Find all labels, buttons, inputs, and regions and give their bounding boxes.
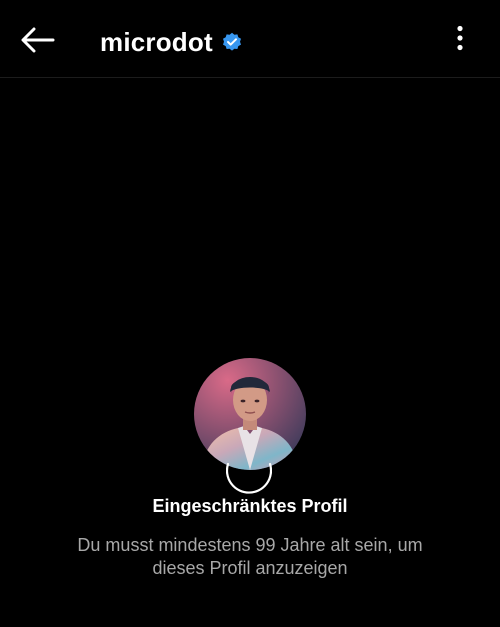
more-options-button[interactable] <box>450 22 470 58</box>
loading-spinner-icon <box>225 448 273 494</box>
restricted-profile-title: Eingeschränktes Profil <box>152 496 348 516</box>
restricted-profile-message: Du musst mindestens 99 Jahre alt sein, u… <box>77 535 423 578</box>
profile-title: microdot <box>100 22 242 62</box>
back-button[interactable] <box>18 22 58 62</box>
top-bar: microdot <box>0 0 500 78</box>
username: microdot <box>100 26 213 57</box>
more-vertical-icon <box>456 25 464 56</box>
verified-badge-icon <box>222 32 242 52</box>
arrow-left-icon <box>21 27 55 58</box>
